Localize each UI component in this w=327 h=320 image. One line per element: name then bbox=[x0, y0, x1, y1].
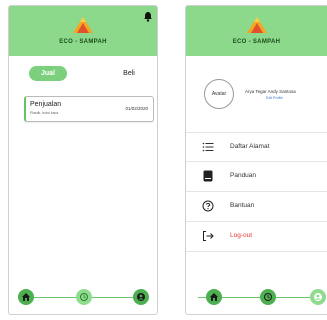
nav-home-button[interactable] bbox=[18, 289, 34, 305]
home-icon bbox=[210, 293, 218, 301]
menu-label: Panduan bbox=[230, 172, 257, 179]
profile-icon bbox=[137, 293, 145, 301]
app-title: ECO - SAMPAH bbox=[232, 39, 281, 45]
app-header: ECO - SAMPAH bbox=[9, 6, 157, 56]
profile-section: Avatar Arya Tegar Andy Santosa Edit Prof… bbox=[186, 76, 327, 114]
screen-transactions: ECO - SAMPAH Jual Beli Penjualan Plastik… bbox=[8, 5, 158, 315]
transaction-title: Penjualan bbox=[30, 101, 62, 108]
edit-profile-link[interactable]: Edit Profile bbox=[266, 96, 283, 100]
list-icon bbox=[202, 142, 214, 152]
nav-profile-button[interactable] bbox=[310, 289, 326, 305]
home-icon bbox=[22, 293, 30, 301]
help-icon bbox=[202, 200, 214, 212]
profile-icon bbox=[314, 293, 322, 301]
book-icon bbox=[203, 170, 213, 182]
app-title: ECO - SAMPAH bbox=[59, 39, 107, 45]
tab-beli[interactable]: Beli bbox=[114, 66, 144, 81]
user-name: Arya Tegar Andy Santosa bbox=[245, 89, 296, 94]
bottom-navigation bbox=[9, 282, 157, 314]
history-icon bbox=[80, 293, 88, 301]
tab-jual[interactable]: Jual bbox=[29, 66, 67, 81]
app-header: ECO - SAMPAH bbox=[186, 6, 327, 56]
notification-bell-icon[interactable] bbox=[143, 11, 153, 22]
bottom-navigation bbox=[186, 282, 327, 314]
buy-sell-toggle: Jual Beli bbox=[9, 66, 157, 82]
transaction-date: 01/02/2020 bbox=[125, 106, 148, 111]
nav-profile-button[interactable] bbox=[133, 289, 149, 305]
menu-item-panduan[interactable]: Panduan bbox=[186, 162, 327, 192]
screen-profile: ECO - SAMPAH Avatar Arya Tegar Andy Sant… bbox=[185, 5, 327, 315]
menu-label: Bantuan bbox=[230, 202, 255, 209]
nav-history-button[interactable] bbox=[260, 289, 276, 305]
menu-label: Daftar Alamat bbox=[230, 143, 270, 150]
logo-icon bbox=[73, 17, 93, 33]
nav-history-button[interactable] bbox=[76, 289, 92, 305]
menu-item-daftar-alamat[interactable]: Daftar Alamat bbox=[186, 132, 327, 162]
menu-label-logout: Log-out bbox=[230, 232, 253, 239]
menu-item-logout[interactable]: Log-out bbox=[186, 222, 327, 252]
history-icon bbox=[264, 293, 272, 301]
transaction-subtitle: Plastik, botol kaca bbox=[30, 111, 59, 115]
transaction-card[interactable]: Penjualan Plastik, botol kaca 01/02/2020 bbox=[24, 96, 154, 122]
nav-home-button[interactable] bbox=[206, 289, 222, 305]
menu-item-bantuan[interactable]: Bantuan bbox=[186, 192, 327, 222]
avatar[interactable]: Avatar bbox=[204, 79, 234, 109]
logout-icon bbox=[203, 231, 214, 241]
logo-icon bbox=[246, 17, 267, 33]
